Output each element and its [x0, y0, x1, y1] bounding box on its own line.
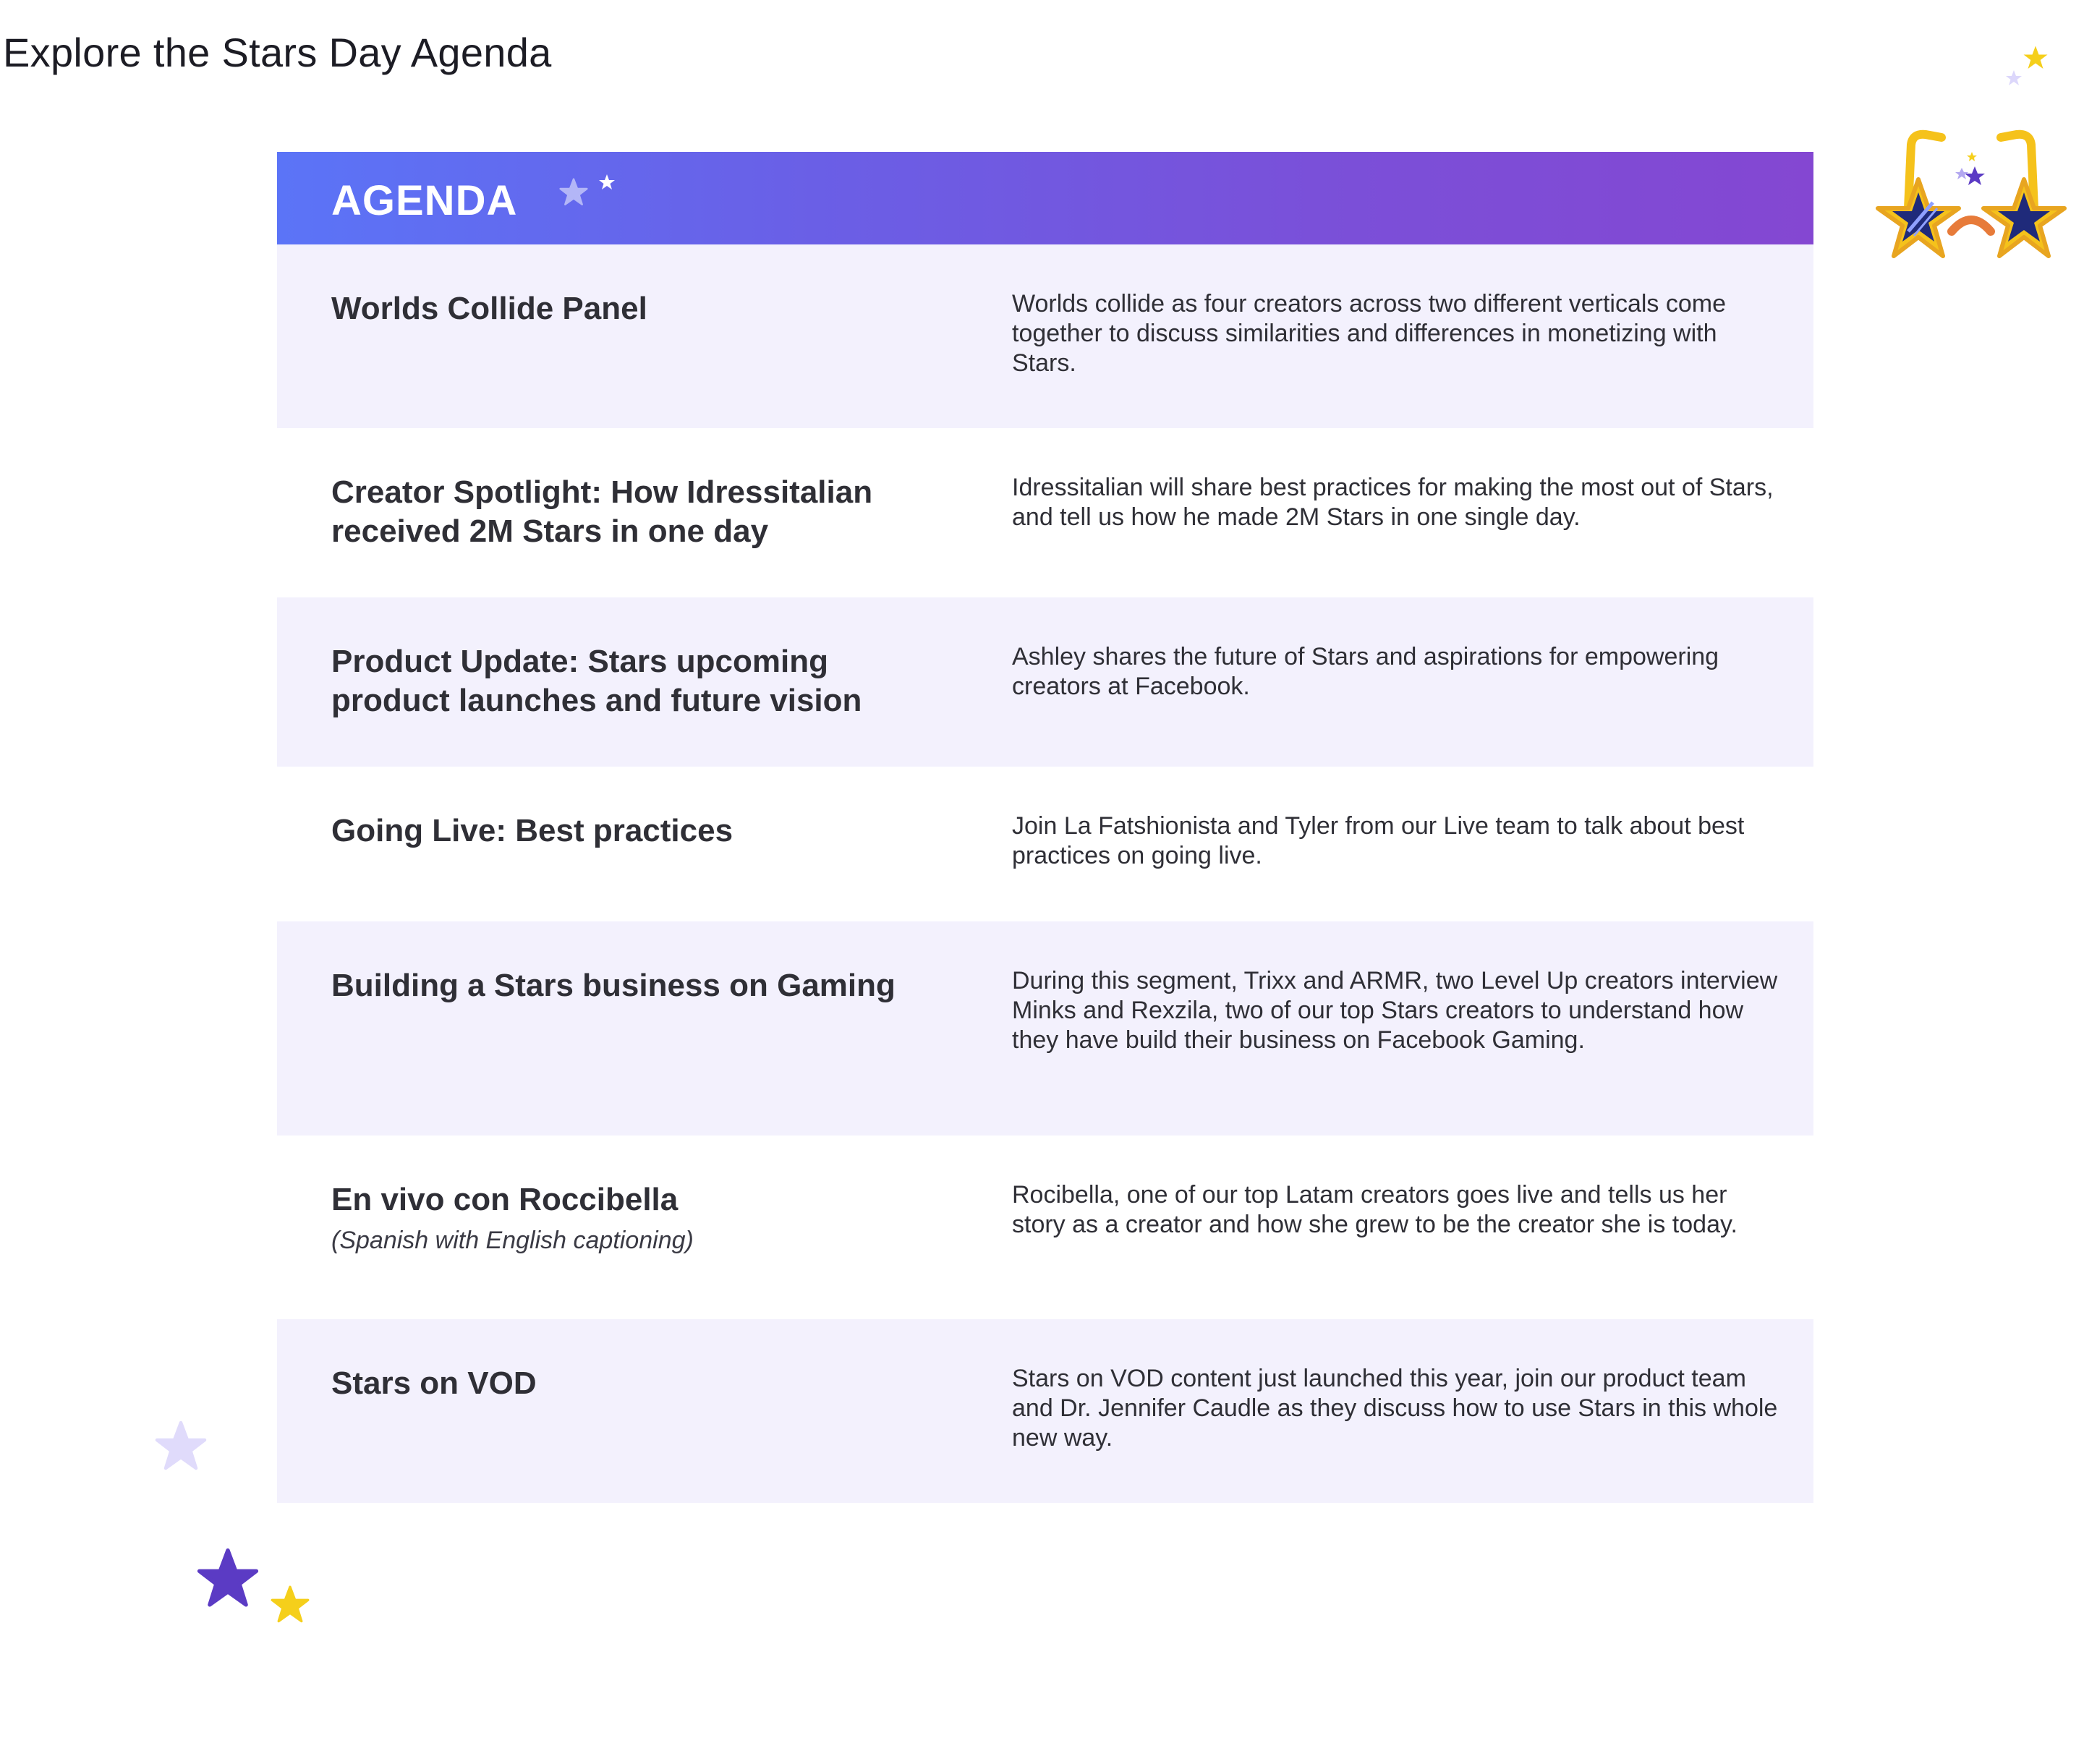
star-icon	[271, 1585, 310, 1623]
agenda-item-title: Creator Spotlight: How Idressitalian rec…	[331, 474, 873, 549]
agenda-item-title: Building a Stars business on Gaming	[331, 968, 896, 1003]
agenda-item: Building a Stars business on Gaming Duri…	[277, 921, 1813, 1135]
agenda-item-description: During this segment, Trixx and ARMR, two…	[1012, 967, 1778, 1054]
agenda-item-subtitle: (Spanish with English captioning)	[331, 1227, 694, 1254]
page-title: Explore the Stars Day Agenda	[3, 30, 552, 75]
agenda-item: Stars on VOD Stars on VOD content just l…	[277, 1319, 1813, 1503]
agenda-item-description: Worlds collide as four creators across t…	[1012, 290, 1727, 377]
agenda-item: Going Live: Best practices Join La Fatsh…	[277, 767, 1813, 921]
agenda-item-description: Stars on VOD content just launched this …	[1012, 1365, 1778, 1452]
agenda-header-label: AGENDA	[331, 177, 518, 224]
agenda-item-title: Going Live: Best practices	[331, 813, 733, 848]
agenda-item-description: Idressitalian will share best practices …	[1012, 474, 1774, 531]
agenda-item-title: Worlds Collide Panel	[331, 291, 647, 326]
agenda-header: AGENDA	[277, 152, 1813, 244]
agenda-item-title: Stars on VOD	[331, 1365, 537, 1401]
star-icon	[197, 1548, 259, 1607]
star-glasses-icon	[1876, 129, 2067, 258]
agenda-card: AGENDA Worlds Collide Panel Worlds colli…	[277, 152, 1813, 1503]
agenda-item: Creator Spotlight: How Idressitalian rec…	[277, 428, 1813, 597]
agenda-item-description: Join La Fatshionista and Tyler from our …	[1012, 812, 1745, 869]
star-icon	[155, 1420, 207, 1470]
star-icon	[599, 174, 615, 189]
star-icon	[2023, 46, 2048, 69]
star-icon	[2006, 70, 2022, 85]
agenda-item-title: Product Update: Stars upcoming product l…	[331, 644, 862, 718]
agenda-item: Worlds Collide Panel Worlds collide as f…	[277, 244, 1813, 428]
agenda-item-description: Ashley shares the future of Stars and as…	[1012, 643, 1719, 700]
agenda-item: Product Update: Stars upcoming product l…	[277, 597, 1813, 767]
agenda-item-title: En vivo con Roccibella (Spanish with Eng…	[331, 1180, 953, 1257]
agenda-item: En vivo con Roccibella (Spanish with Eng…	[277, 1135, 1813, 1319]
agenda-item-description: Rocibella, one of our top Latam creators…	[1012, 1181, 1738, 1238]
star-icon	[559, 178, 588, 205]
